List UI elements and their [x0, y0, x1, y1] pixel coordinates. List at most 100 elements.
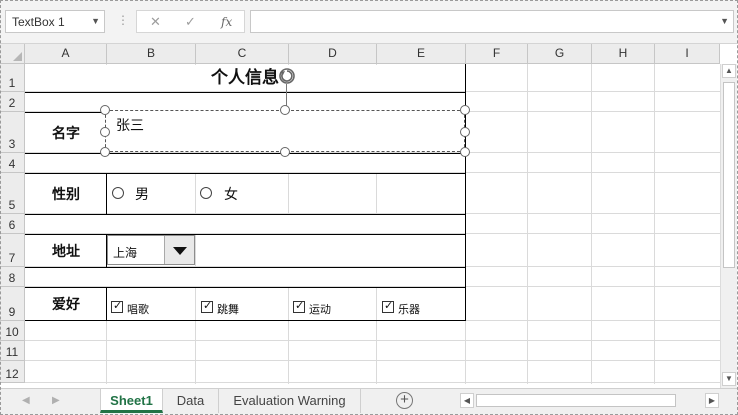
form-border: [25, 173, 466, 174]
next-sheet-icon[interactable]: ▶: [52, 395, 60, 406]
tab-sheet1[interactable]: Sheet1: [100, 389, 163, 413]
hobby-sports-checkbox[interactable]: ✓: [293, 300, 305, 313]
cancel-icon[interactable]: ✕: [150, 14, 161, 30]
name-textbox[interactable]: 张三: [105, 110, 465, 152]
form-border: [106, 287, 107, 320]
form-border: [25, 153, 466, 154]
row-header-1[interactable]: 1: [0, 64, 25, 92]
row-header-10[interactable]: 10: [0, 321, 25, 341]
row-header-7[interactable]: 7: [0, 234, 25, 267]
name-label: 名字: [52, 125, 80, 141]
vertical-scrollbar[interactable]: ▲ ▼: [720, 64, 737, 388]
row-number: 7: [8, 251, 16, 265]
rotation-handle-stem: [286, 84, 287, 106]
tab-data[interactable]: Data: [163, 389, 219, 413]
address-combobox[interactable]: 上海: [107, 235, 195, 265]
resize-handle-w[interactable]: [100, 127, 110, 137]
select-all-corner[interactable]: [0, 44, 25, 64]
column-header-e[interactable]: E: [377, 44, 466, 64]
form-border: [106, 173, 107, 214]
check-icon: ✓: [203, 300, 213, 312]
resize-handle-se[interactable]: [460, 147, 470, 157]
form-border-bottom: [25, 320, 466, 321]
column-header-g[interactable]: G: [528, 44, 592, 64]
chevron-down-icon: [173, 247, 187, 255]
hobby-sports-label: 运动: [309, 304, 331, 316]
hobby-dancing-checkbox[interactable]: ✓: [201, 300, 213, 313]
enter-icon[interactable]: ✓: [185, 14, 196, 30]
form-border: [25, 234, 466, 235]
insert-function-icon[interactable]: fx: [221, 15, 232, 29]
row-number: 2: [8, 96, 16, 110]
column-header-c[interactable]: C: [196, 44, 289, 64]
merged-cell-row-2: [26, 92, 465, 111]
row-header-8[interactable]: 8: [0, 267, 25, 287]
row-header-5[interactable]: 5: [0, 173, 25, 214]
resize-handle-s[interactable]: [280, 147, 290, 157]
address-dropdown-button[interactable]: [164, 236, 194, 264]
rotate-handle-icon[interactable]: [277, 66, 297, 86]
hobby-instrument-label: 乐器: [398, 304, 420, 316]
form-border-right: [465, 64, 466, 321]
scroll-up-icon[interactable]: ▲: [722, 64, 736, 78]
row-number: 11: [5, 345, 19, 359]
row-header-12[interactable]: 12: [0, 361, 25, 383]
row-header-9[interactable]: 9: [0, 287, 25, 321]
gender-label: 性别: [52, 186, 80, 202]
prev-sheet-icon[interactable]: ◀: [22, 395, 30, 406]
add-sheet-icon[interactable]: +: [396, 392, 413, 409]
hobby-singing-label: 唱歌: [127, 304, 149, 316]
row-number: 3: [8, 137, 16, 151]
resize-handle-e[interactable]: [460, 127, 470, 137]
resize-handle-nw[interactable]: [100, 105, 110, 115]
horizontal-scrollbar[interactable]: ◀ ▶: [460, 393, 720, 409]
row-number: 1: [8, 76, 16, 90]
row-number: 8: [8, 271, 16, 285]
address-value: 上海: [113, 246, 138, 260]
form-border: [25, 287, 466, 288]
row-header-2[interactable]: 2: [0, 92, 25, 112]
scroll-left-icon[interactable]: ◀: [460, 393, 474, 408]
column-header-i[interactable]: I: [655, 44, 720, 64]
merged-cell-row-6: [26, 214, 465, 233]
scroll-right-icon[interactable]: ▶: [705, 393, 719, 408]
name-box-dropdown-icon[interactable]: ▼: [91, 16, 100, 26]
gridline: [25, 340, 720, 341]
row-number: 9: [8, 305, 16, 319]
row-number: 10: [5, 325, 19, 339]
scroll-down-icon[interactable]: ▼: [722, 372, 736, 386]
horizontal-scroll-thumb[interactable]: [476, 394, 676, 407]
resize-handle-sw[interactable]: [100, 147, 110, 157]
resize-handle-ne[interactable]: [460, 105, 470, 115]
gender-male-radio[interactable]: [112, 187, 124, 199]
form-border: [25, 267, 466, 268]
expand-formula-icon[interactable]: ▼: [720, 16, 729, 26]
formula-bar-buttons: ✕ ✓ fx: [136, 10, 245, 33]
gridline: [654, 64, 655, 384]
row-header-3[interactable]: 3: [0, 112, 25, 153]
resize-handle-n[interactable]: [280, 105, 290, 115]
hobby-singing-checkbox[interactable]: ✓: [111, 300, 123, 313]
row-header-4[interactable]: 4: [0, 153, 25, 173]
column-header-f[interactable]: F: [466, 44, 528, 64]
formula-bar-grip-icon: ⋮: [117, 13, 129, 27]
tab-evaluation-warning[interactable]: Evaluation Warning: [219, 389, 361, 413]
column-header-d[interactable]: D: [289, 44, 377, 64]
row-number: 6: [8, 218, 16, 232]
name-box-value: TextBox 1: [12, 15, 65, 29]
column-header-h[interactable]: H: [592, 44, 655, 64]
row-header-11[interactable]: 11: [0, 341, 25, 361]
column-header-a[interactable]: A: [25, 44, 107, 64]
formula-input[interactable]: ▼: [250, 10, 734, 33]
spreadsheet-grid[interactable]: A B C D E F G H I 1 2 3 4 5 6 7 8 9 10 1…: [0, 44, 738, 388]
gridline: [25, 382, 720, 383]
row-header-6[interactable]: 6: [0, 214, 25, 234]
column-header-b[interactable]: B: [107, 44, 196, 64]
vertical-scroll-thumb[interactable]: [723, 82, 735, 268]
name-box[interactable]: TextBox 1 ▼: [5, 10, 105, 33]
merged-cell-row-8: [26, 267, 465, 286]
row-number: 5: [8, 198, 16, 212]
form-border: [25, 214, 466, 215]
hobby-instrument-checkbox[interactable]: ✓: [382, 300, 394, 313]
gender-female-radio[interactable]: [200, 187, 212, 199]
